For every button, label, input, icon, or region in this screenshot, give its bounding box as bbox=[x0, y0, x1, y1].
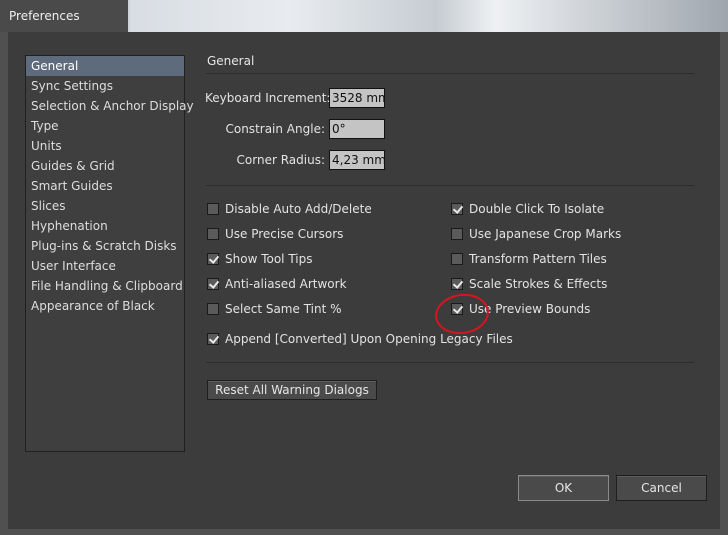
reset-warning-dialogs-button[interactable]: Reset All Warning Dialogs bbox=[207, 380, 377, 400]
sidebar-item-appearance-of-black[interactable]: Appearance of Black bbox=[26, 296, 184, 316]
sidebar-item-sync-settings[interactable]: Sync Settings bbox=[26, 76, 184, 96]
sidebar-item-type[interactable]: Type bbox=[26, 116, 184, 136]
option-disable-auto-add-delete[interactable]: Disable Auto Add/Delete bbox=[207, 200, 372, 218]
option-show-tool-tips[interactable]: Show Tool Tips bbox=[207, 250, 312, 268]
sidebar-item-slices[interactable]: Slices bbox=[26, 196, 184, 216]
keyboard-increment-input[interactable]: 3528 mm bbox=[329, 88, 385, 108]
keyboard-increment-label: Keyboard Increment: bbox=[205, 91, 331, 105]
sidebar-item-selection-anchor-display[interactable]: Selection & Anchor Display bbox=[26, 96, 194, 116]
constrain-angle-label: Constrain Angle: bbox=[225, 122, 325, 136]
section-divider bbox=[206, 73, 694, 74]
option-use-precise-cursors[interactable]: Use Precise Cursors bbox=[207, 225, 343, 243]
window-title: Preferences bbox=[0, 0, 128, 32]
constrain-angle-input[interactable]: 0° bbox=[329, 119, 385, 139]
fields-divider bbox=[206, 185, 694, 186]
checkbox[interactable] bbox=[207, 203, 219, 215]
checkbox-checked[interactable] bbox=[207, 333, 219, 345]
option-double-click-to-isolate[interactable]: Double Click To Isolate bbox=[451, 200, 604, 218]
section-title: General bbox=[207, 54, 255, 68]
option-use-japanese-crop-marks[interactable]: Use Japanese Crop Marks bbox=[451, 225, 621, 243]
sidebar-item-file-handling-clipboard[interactable]: File Handling & Clipboard bbox=[26, 276, 184, 296]
checkbox-checked[interactable] bbox=[207, 253, 219, 265]
sidebar-item-plugins-scratch-disks[interactable]: Plug-ins & Scratch Disks bbox=[26, 236, 184, 256]
checkbox-checked[interactable] bbox=[451, 203, 463, 215]
checkbox[interactable] bbox=[451, 253, 463, 265]
option-scale-strokes-effects[interactable]: Scale Strokes & Effects bbox=[451, 275, 607, 293]
sidebar-item-general[interactable]: General bbox=[26, 56, 184, 76]
corner-radius-input[interactable]: 4,23 mm bbox=[329, 150, 385, 170]
checkbox-checked[interactable] bbox=[207, 278, 219, 290]
checkbox-checked[interactable] bbox=[451, 278, 463, 290]
corner-radius-label: Corner Radius: bbox=[236, 153, 325, 167]
checkbox[interactable] bbox=[451, 228, 463, 240]
option-transform-pattern-tiles[interactable]: Transform Pattern Tiles bbox=[451, 250, 607, 268]
options-divider bbox=[206, 362, 694, 363]
option-anti-aliased-artwork[interactable]: Anti-aliased Artwork bbox=[207, 275, 347, 293]
title-bar[interactable]: Preferences bbox=[0, 0, 728, 32]
sidebar: General Sync Settings Selection & Anchor… bbox=[25, 55, 194, 452]
checkbox[interactable] bbox=[207, 228, 219, 240]
sidebar-item-hyphenation[interactable]: Hyphenation bbox=[26, 216, 184, 236]
ok-button[interactable]: OK bbox=[518, 475, 609, 501]
sidebar-item-smart-guides[interactable]: Smart Guides bbox=[26, 176, 184, 196]
option-select-same-tint[interactable]: Select Same Tint % bbox=[207, 300, 342, 318]
sidebar-item-units[interactable]: Units bbox=[26, 136, 184, 156]
sidebar-item-user-interface[interactable]: User Interface bbox=[26, 256, 184, 276]
option-append-converted[interactable]: Append [Converted] Upon Opening Legacy F… bbox=[207, 330, 513, 348]
checkbox[interactable] bbox=[207, 303, 219, 315]
sidebar-item-guides-grid[interactable]: Guides & Grid bbox=[26, 156, 184, 176]
cancel-button[interactable]: Cancel bbox=[616, 475, 707, 501]
